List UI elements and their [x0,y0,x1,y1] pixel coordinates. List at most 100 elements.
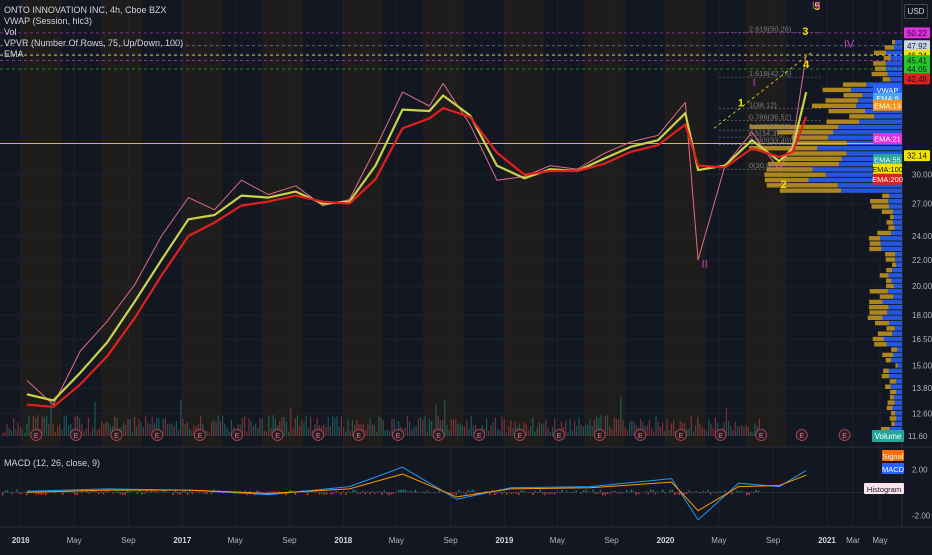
macd-histogram-bar [367,491,368,492]
chart-svg[interactable]: 2.618(50.26)1.618(42.76)1(38.12)0.786(36… [0,0,932,550]
fib-level-label: 1(38.12) [749,101,777,110]
macd-histogram-bar [657,491,658,492]
macd-histogram-bar [612,491,613,492]
volume-bar [26,424,27,436]
vpvr-bar-up [895,257,902,261]
macd-histogram-bar [504,491,505,492]
vpvr-bar-down [843,82,866,86]
macd-title[interactable]: MACD (12, 26, close, 9) [4,458,100,469]
volume-bar [629,422,630,436]
vpvr-bar-up [897,347,902,351]
macd-histogram-bar [674,492,675,495]
volume-bar [455,419,456,436]
volume-bar [741,425,742,436]
volume-bar [6,424,7,436]
vpvr-bar-down [872,72,888,76]
macd-histogram-bar [616,492,617,493]
macd-histogram-bar [100,492,101,493]
time-axis-month-label: Sep [282,536,297,545]
macd-histogram-bar [199,492,200,493]
macd-histogram-bar [120,492,121,494]
legend-ema[interactable]: EMA [4,49,183,60]
volume-bar [418,418,419,436]
volume-bar [737,426,738,436]
macd-histogram-bar [403,489,404,492]
volume-bar [625,427,626,436]
macd-histogram-bar [676,492,677,494]
legend-vpvr[interactable]: VPVR (Number Of Rows, 75, Up/Down, 100) [4,38,183,49]
wave-label-magenta: I [753,77,756,89]
price-axis-label: 13.80 [912,384,932,393]
volume-bar [42,416,43,436]
macd-histogram-bar [340,492,341,495]
earnings-marker-label: E [518,433,523,440]
volume-bar [343,428,344,436]
volume-bar [616,419,617,436]
time-axis-year-label: 2019 [495,536,513,545]
macd-histogram-bar [331,492,332,494]
volume-bar [310,417,311,436]
macd-histogram-bar [196,492,197,493]
legend-vol[interactable]: Vol [4,27,183,38]
volume-bar [497,429,498,436]
earnings-marker-label: E [356,433,361,440]
volume-bar [48,424,49,436]
volume-bar [68,426,69,436]
session-band [21,0,61,447]
currency-button[interactable]: USD [904,4,928,19]
vpvr-bar-down [880,294,893,298]
macd-histogram-bar [333,492,334,493]
macd-histogram-bar [715,492,716,493]
macd-histogram-bar [62,492,63,495]
volume-bar [226,428,227,436]
fib-level-label: 0(30.6) [749,161,773,170]
volume-bar [191,431,192,436]
price-axis-label: 11.60 [908,432,928,441]
volume-bar [620,397,621,436]
macd-histogram-bar [321,492,322,493]
chart-title[interactable]: ONTO INNOVATION INC, 4h, Cboe BZX [4,5,183,16]
volume-bar [512,428,513,436]
vpvr-bar-down [886,284,894,288]
vpvr-bar-down [764,173,825,177]
time-axis-month-label: May [67,536,82,545]
macd-histogram-bar [319,492,320,494]
volume-bar [332,416,333,436]
volume-bar [466,420,467,436]
vpvr-bar-up [895,411,902,415]
volume-bar [66,415,67,436]
volume-bar [726,408,727,436]
macd-histogram-bar [619,492,620,493]
vpvr-bar-down [885,385,891,389]
macd-histogram-bar [124,492,125,495]
volume-bar [176,421,177,436]
macd-histogram-bar [544,492,545,495]
volume-bar [268,416,269,436]
macd-histogram-bar [206,492,207,494]
macd-histogram-bar [7,490,8,492]
volume-bar [587,425,588,436]
volume-bar [123,423,124,436]
vpvr-bar-down [872,204,890,208]
macd-histogram-bar [271,491,272,492]
macd-histogram-bar [381,492,382,495]
price-tag-label: 42.48 [907,75,928,84]
macd-histogram-bar [705,492,706,493]
volume-bar [372,424,373,436]
vpvr-bar-down [877,231,891,235]
macd-histogram-bar [156,491,157,492]
macd-histogram-bar [741,491,742,492]
volume-bar [141,423,142,436]
macd-histogram-bar [105,490,106,492]
legend-vwap[interactable]: VWAP (Session, hlc3) [4,16,183,27]
vpvr-bar-down [827,120,860,124]
vpvr-bar-up [883,300,902,304]
macd-histogram-bar [549,492,550,494]
volume-bar [165,418,166,436]
volume-bar [365,430,366,436]
volume-bar [532,417,533,436]
volume-bar [57,427,58,436]
ema-tag-label: EMA:13 [874,101,901,110]
macd-histogram-bar [177,492,178,494]
volume-bar [222,416,223,436]
